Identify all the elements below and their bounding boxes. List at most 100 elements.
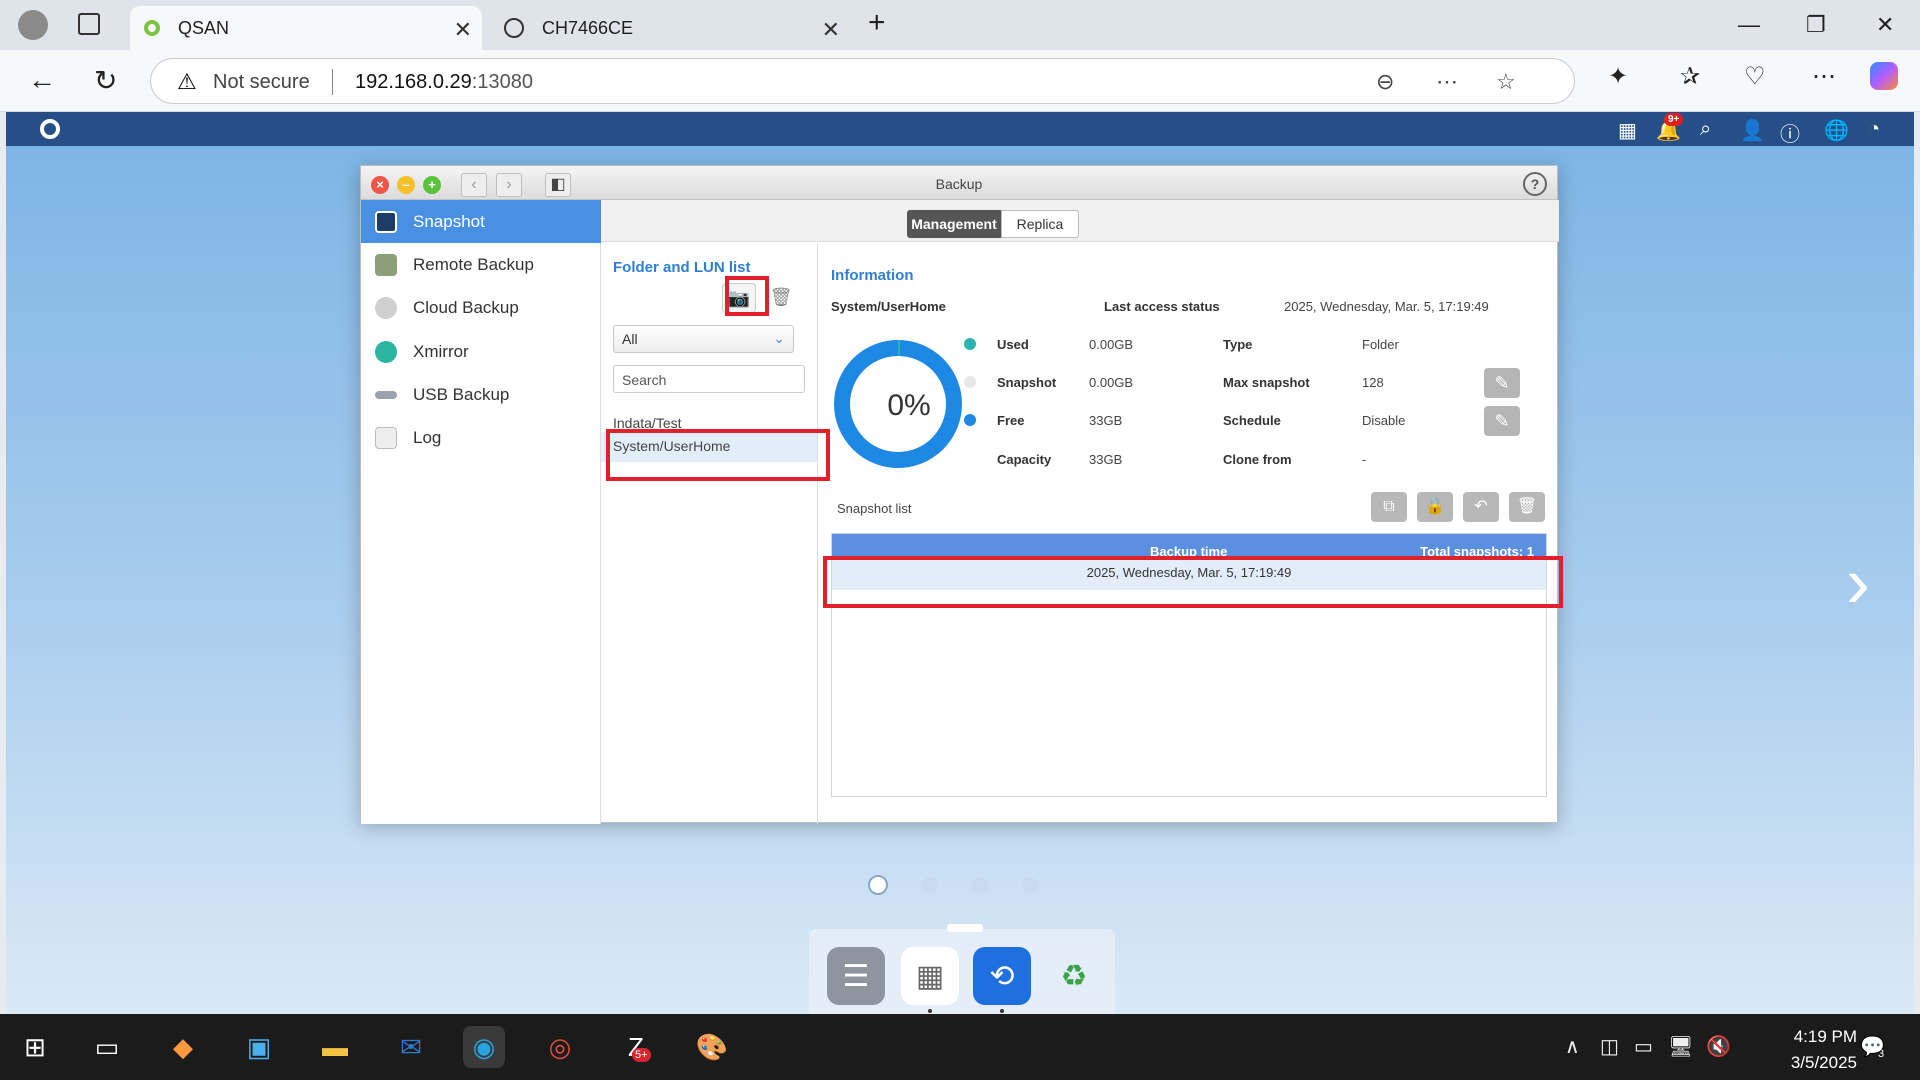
tab-qsan[interactable]: QSAN ✕ xyxy=(130,6,482,50)
url-port: :13080 xyxy=(471,71,533,93)
backup-app-icon[interactable]: ⟲ xyxy=(973,947,1031,1005)
tab-title: CH7466CE xyxy=(542,17,634,38)
more-options-icon[interactable]: ⋯ xyxy=(1436,69,1458,95)
search-icon[interactable]: ⌕ xyxy=(1700,118,1711,141)
outlook-icon[interactable]: ✉ xyxy=(390,1026,432,1068)
snapshot-legend-dot xyxy=(964,376,976,388)
user-icon[interactable]: 👤 xyxy=(1740,118,1765,143)
warning-icon: ⚠ xyxy=(177,69,197,94)
highlight-box-folder xyxy=(606,429,830,481)
windows-start-icon[interactable]: ⊞ xyxy=(14,1026,56,1068)
clone-from-label: Clone from xyxy=(1223,452,1292,467)
clone-from-value: - xyxy=(1362,452,1367,467)
revert-undo-icon[interactable]: ↶ xyxy=(1463,492,1499,522)
refresh-icon[interactable]: ↻ xyxy=(94,64,117,97)
schedule-label: Schedule xyxy=(1223,413,1281,428)
sidebar-item-remote-backup[interactable]: Remote Backup xyxy=(361,243,601,286)
recycle-bin-icon[interactable]: ♻ xyxy=(1045,947,1103,1005)
system-clock[interactable]: 4:19 PM 3/5/2025 xyxy=(1745,1024,1857,1076)
health-icon[interactable]: ♡ xyxy=(1744,62,1766,91)
capacity-label: Capacity xyxy=(997,452,1052,467)
divider xyxy=(332,69,333,95)
sidebar-item-label: Snapshot xyxy=(413,211,485,231)
close-window-icon[interactable]: ✕ xyxy=(1876,12,1894,38)
apps-grid-icon[interactable]: ▦ xyxy=(1618,118,1637,143)
lock-icon[interactable]: 🔒 xyxy=(1417,492,1453,522)
restore-icon[interactable]: ❐ xyxy=(1806,12,1826,38)
sidebar-item-cloud-backup[interactable]: Cloud Backup xyxy=(361,286,601,329)
camera-icon xyxy=(375,210,397,233)
paint-icon[interactable]: 🎨 xyxy=(691,1026,733,1068)
close-tab-icon[interactable]: ✕ xyxy=(454,17,472,43)
window-title: Backup xyxy=(935,176,983,192)
not-secure-label[interactable]: Not secure xyxy=(213,71,310,94)
favorites-icon[interactable]: ✰ xyxy=(1680,62,1700,91)
qsan-logo[interactable] xyxy=(40,119,60,139)
dock-handle[interactable] xyxy=(947,924,983,932)
profile-icon[interactable] xyxy=(18,10,48,40)
page-dot[interactable] xyxy=(972,877,988,893)
clone-copy-icon[interactable]: ⧉ xyxy=(1371,492,1407,522)
last-access-value: 2025, Wednesday, Mar. 5, 17:19:49 xyxy=(1284,299,1489,314)
copilot-icon[interactable] xyxy=(1870,62,1898,90)
volume-muted-icon[interactable]: 🔇 xyxy=(1706,1034,1731,1059)
zoom-out-icon[interactable]: ⊖ xyxy=(1376,69,1394,95)
page-indicator xyxy=(868,875,1038,895)
minimize-icon[interactable]: — xyxy=(1738,12,1760,38)
favorite-star-icon[interactable]: ☆ xyxy=(1496,69,1516,95)
next-page-arrow-icon[interactable]: › xyxy=(1846,542,1870,624)
back-icon[interactable]: ← xyxy=(28,64,56,96)
close-tab-icon[interactable]: ✕ xyxy=(822,17,840,43)
page-dot[interactable] xyxy=(868,875,888,895)
tab-ch7466ce[interactable]: CH7466CE ✕ xyxy=(490,6,850,50)
chrome-icon[interactable]: ◎ xyxy=(539,1026,581,1068)
used-legend-dot xyxy=(964,338,976,350)
edit-max-snapshot-pencil-icon[interactable]: ✎ xyxy=(1484,368,1520,398)
tab-replica[interactable]: Replica xyxy=(1001,210,1079,238)
sidebar-item-log[interactable]: Log xyxy=(361,416,601,459)
edit-schedule-pencil-icon[interactable]: ✎ xyxy=(1484,406,1520,436)
used-label: Used xyxy=(997,337,1029,352)
page-dot[interactable] xyxy=(1022,877,1038,893)
nas-dock: ☰ ▦ ⟲ ♻ xyxy=(809,924,1115,1014)
max-snapshot-label: Max snapshot xyxy=(1223,375,1310,390)
new-tab-icon[interactable]: + xyxy=(868,6,886,40)
network-icon[interactable]: 🖥 xyxy=(1668,1034,1693,1059)
tab-actions-icon[interactable] xyxy=(78,13,100,35)
language-globe-icon[interactable]: 🌐 xyxy=(1824,118,1849,143)
dashboard-gauge-icon[interactable]: ◔ xyxy=(1868,118,1880,141)
edge-browser-icon[interactable]: ◉ xyxy=(463,1026,505,1068)
search-input[interactable]: Search xyxy=(613,365,805,393)
snapshot-label: Snapshot xyxy=(997,375,1057,390)
control-panel-icon[interactable]: ☰ xyxy=(827,947,885,1005)
page-dot[interactable] xyxy=(922,877,938,893)
copilot-app-icon[interactable]: ◆ xyxy=(162,1026,204,1068)
usage-percent: 0% xyxy=(887,389,931,422)
app-center-icon[interactable]: ▦ xyxy=(901,947,959,1005)
chevron-down-icon: ⌄ xyxy=(773,330,785,346)
battery-icon[interactable]: ▭ xyxy=(1634,1034,1653,1059)
window-help-icon[interactable]: ? xyxy=(1523,172,1547,196)
delete-trash-icon[interactable]: 🗑 xyxy=(764,283,798,313)
extensions-icon[interactable]: ✦ xyxy=(1608,62,1628,91)
server-icon xyxy=(375,253,397,276)
sidebar-item-usb-backup[interactable]: USB Backup xyxy=(361,373,601,416)
task-view-icon[interactable]: ▭ xyxy=(86,1026,128,1068)
help-icon[interactable]: ⓘ xyxy=(1780,118,1800,147)
sidebar-item-xmirror[interactable]: Xmirror xyxy=(361,330,601,373)
folder-lun-title: Folder and LUN list xyxy=(613,259,751,276)
delete-snapshot-trash-icon[interactable]: 🗑 xyxy=(1509,492,1545,522)
file-explorer-icon[interactable]: ▬ xyxy=(314,1026,356,1068)
tray-chevron-up-icon[interactable]: ∧ xyxy=(1565,1034,1580,1059)
tab-management[interactable]: Management xyxy=(907,210,1001,238)
window-titlebar[interactable]: × – + ‹ › ◧ Backup ? xyxy=(361,166,1557,200)
meet-camera-icon[interactable]: ◫ xyxy=(1600,1034,1619,1059)
settings-more-icon[interactable]: ⋯ xyxy=(1812,62,1836,91)
sidebar-item-snapshot[interactable]: Snapshot xyxy=(361,200,601,243)
address-bar[interactable]: ⚠ Not secure 192.168.0.29:13080 ⊖ ⋯ ☆ xyxy=(150,58,1575,104)
url-text[interactable]: 192.168.0.29:13080 xyxy=(355,71,533,94)
microsoft-store-icon[interactable]: ▣ xyxy=(238,1026,280,1068)
address-row: ← ↻ ⚠ Not secure 192.168.0.29:13080 ⊖ ⋯ … xyxy=(0,50,1920,112)
globe-icon xyxy=(504,18,524,38)
filter-select[interactable]: All ⌄ xyxy=(613,325,794,353)
